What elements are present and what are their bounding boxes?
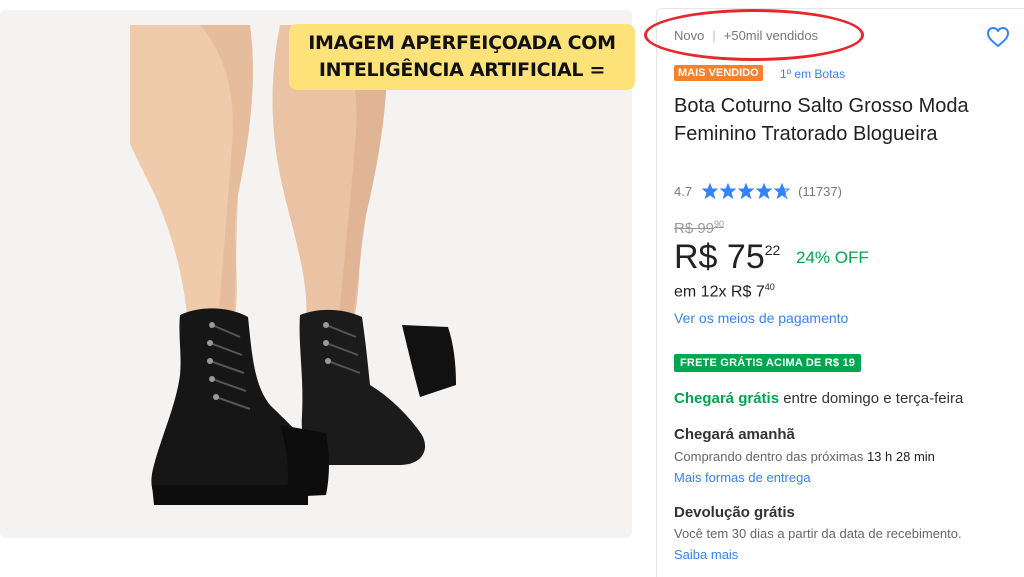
star-icon <box>756 183 773 199</box>
installment-cents: 40 <box>764 282 775 292</box>
original-price-whole: R$ 99 <box>674 220 715 237</box>
rating-score: 4.7 <box>674 183 693 199</box>
review-count: (11737) <box>798 183 842 199</box>
free-returns-title: Devolução grátis <box>674 504 795 521</box>
more-delivery-options-link[interactable]: Mais formas de entrega <box>674 470 811 485</box>
delivery-free-label: Chegará grátis <box>674 390 780 407</box>
payment-methods-link[interactable]: Ver os meios de pagamento <box>674 310 848 326</box>
delivery-free-dates: entre domingo e terça-feira <box>783 390 964 407</box>
discount-label: 24% OFF <box>796 248 869 267</box>
ai-enhanced-banner: IMAGEM APERFEIÇOADA COM INTELIGÊNCIA ART… <box>289 24 635 90</box>
product-photo[interactable] <box>130 25 470 525</box>
banner-line-2: INTELIGÊNCIA ARTIFICIAL = <box>318 59 606 81</box>
installment-info: em 12x R$ 740 <box>674 282 775 301</box>
star-icon <box>738 183 755 199</box>
rating-row[interactable]: 4.7 (11737) <box>674 183 842 199</box>
current-price: R$ 7522 <box>674 238 780 277</box>
category-rank-link[interactable]: 1º em Botas <box>780 67 845 81</box>
free-returns-text: Você tem 30 dias a partir da data de rec… <box>674 526 962 541</box>
star-icon <box>702 183 719 199</box>
original-price: R$ 9990 <box>674 219 724 237</box>
installment-prefix: em 12x <box>674 283 727 301</box>
current-price-whole: R$ 75 <box>674 238 765 276</box>
product-title: Bota Coturno Salto Grosso Moda Feminino … <box>674 95 969 145</box>
delivery-free-row: Chegará grátis entre domingo e terça-fei… <box>674 390 963 407</box>
delivery-deadline: Comprando dentro das próximas 13 h 28 mi… <box>674 449 935 464</box>
star-icon <box>774 183 791 199</box>
best-seller-badge: MAIS VENDIDO <box>674 65 763 81</box>
deadline-prefix: Comprando dentro das próximas <box>674 449 864 464</box>
star-icon <box>720 183 737 199</box>
original-price-cents: 90 <box>714 219 725 229</box>
installment-whole: R$ 7 <box>730 283 765 301</box>
deadline-time: 13 h 28 min <box>866 449 935 464</box>
delivery-tomorrow-label: Chegará amanhã <box>674 426 795 443</box>
heart-icon[interactable] <box>986 26 1010 48</box>
free-shipping-badge: FRETE GRÁTIS ACIMA DE R$ 19 <box>674 354 862 372</box>
current-price-cents: 22 <box>764 242 781 258</box>
rating-stars <box>702 183 792 199</box>
annotation-circle <box>644 9 864 61</box>
learn-more-link[interactable]: Saiba mais <box>674 547 738 562</box>
banner-line-1: IMAGEM APERFEIÇOADA COM <box>308 32 616 54</box>
